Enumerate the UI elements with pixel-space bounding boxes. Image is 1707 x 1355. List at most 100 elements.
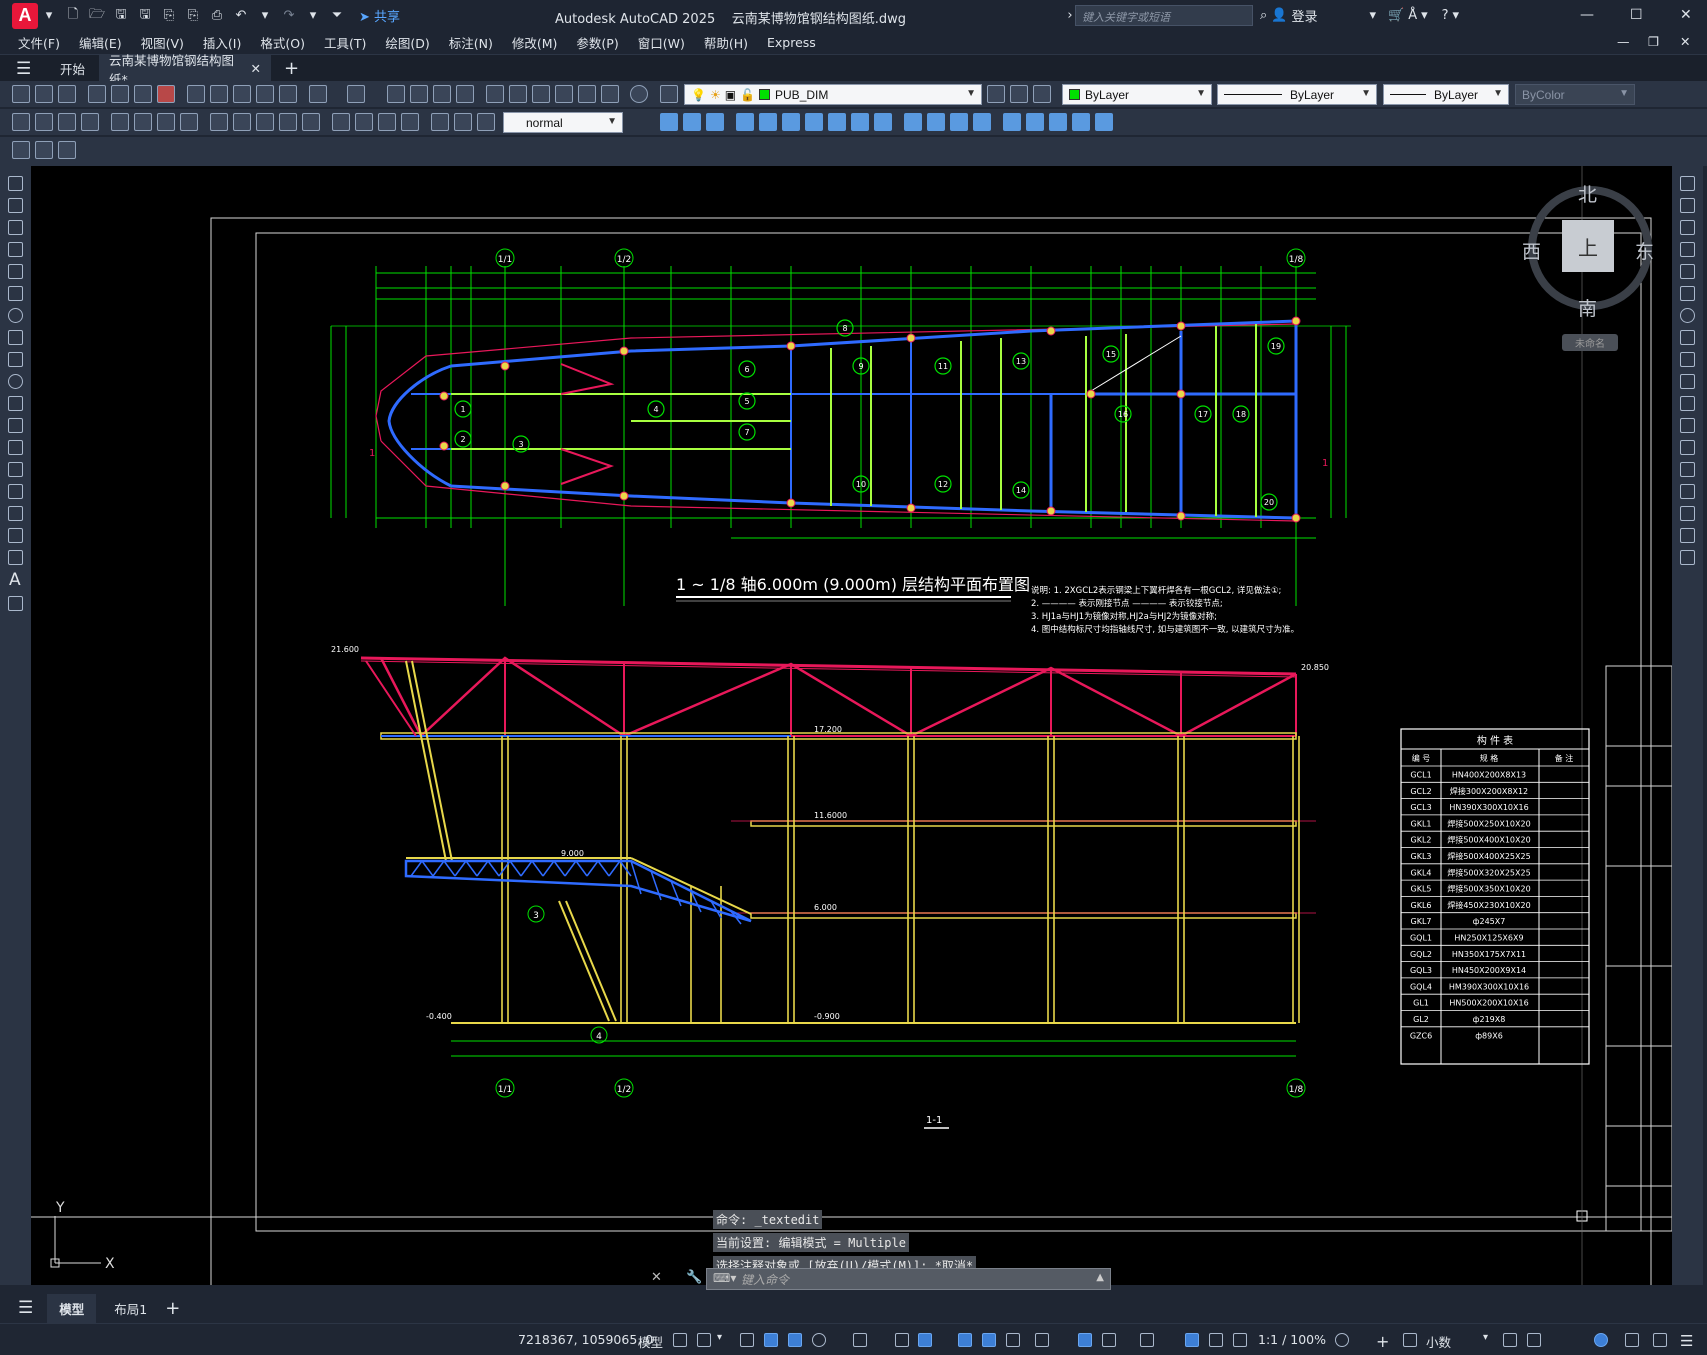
menu-express[interactable]: Express xyxy=(767,35,816,50)
color-combo[interactable]: ByLayer ▼ xyxy=(1062,84,1212,105)
polyline-icon[interactable] xyxy=(8,220,23,235)
command-recent-icon[interactable]: ▲ xyxy=(1096,1272,1104,1283)
tool-open-icon[interactable] xyxy=(35,85,53,103)
insert-block-icon[interactable] xyxy=(8,418,23,433)
visual-style-icon-3[interactable] xyxy=(950,113,968,131)
visual-style-icon-4[interactable] xyxy=(973,113,991,131)
share-button[interactable]: ➤ 共享 xyxy=(359,6,400,25)
gradient-icon[interactable] xyxy=(8,506,23,521)
tool-palettes-icon[interactable] xyxy=(532,85,550,103)
add-layout-button[interactable]: + xyxy=(165,1298,180,1319)
command-prompt-icon[interactable]: ⌨▾ xyxy=(713,1271,736,1285)
chamfer-icon[interactable] xyxy=(1680,484,1695,499)
tool-new-icon[interactable] xyxy=(12,85,30,103)
minimize-button[interactable]: — xyxy=(1580,7,1594,23)
tab-model[interactable]: 模型 xyxy=(47,1293,97,1323)
customize-status-icon[interactable]: ☰ xyxy=(1680,1332,1693,1350)
block-edit-icon[interactable] xyxy=(12,141,30,159)
dim-continue-icon[interactable] xyxy=(256,113,274,131)
snap-mode-icon[interactable] xyxy=(697,1333,711,1347)
ucs-icon-4[interactable] xyxy=(1072,113,1090,131)
help-icon[interactable]: ? xyxy=(1442,8,1449,23)
menu-dimension[interactable]: 标注(N) xyxy=(449,33,493,52)
layer-combo[interactable]: 💡 ☀ ▣ 🔓 PUB_DIM ▼ xyxy=(684,84,982,105)
dim-arc-icon[interactable] xyxy=(58,113,76,131)
plot-icon[interactable]: ⎙ xyxy=(209,8,225,24)
viewcube-west[interactable]: 西 xyxy=(1522,237,1541,264)
login-button[interactable]: 登录 xyxy=(1291,6,1317,25)
auto-scale-icon[interactable] xyxy=(1209,1333,1223,1347)
doc-minimize-button[interactable]: — xyxy=(1617,34,1630,49)
visual-style-icon-2[interactable] xyxy=(927,113,945,131)
tool-layer-match-icon[interactable] xyxy=(1010,85,1028,103)
object-snap-icon[interactable] xyxy=(918,1333,932,1347)
ucs-icon-1[interactable] xyxy=(1003,113,1021,131)
login-dropdown-icon[interactable]: ▾ xyxy=(1369,8,1376,23)
dim-quick-icon[interactable] xyxy=(210,113,228,131)
hatch-icon[interactable] xyxy=(8,484,23,499)
annotation-scale-icon[interactable] xyxy=(1233,1333,1247,1347)
clean-screen-icon[interactable] xyxy=(1653,1333,1667,1347)
units-icon[interactable] xyxy=(1403,1333,1417,1347)
tab-layout1[interactable]: 布局1 xyxy=(106,1294,155,1323)
menu-parameters[interactable]: 参数(P) xyxy=(576,33,618,52)
tool-pan-icon[interactable] xyxy=(387,85,405,103)
help-dropdown-icon[interactable]: ▾ xyxy=(1453,8,1460,23)
ellipse-arc-icon[interactable] xyxy=(8,396,23,411)
tool-design-center-icon[interactable] xyxy=(509,85,527,103)
infer-constraints-icon[interactable] xyxy=(740,1333,754,1347)
dim-angular-icon[interactable] xyxy=(180,113,198,131)
array-icon[interactable] xyxy=(1680,264,1695,279)
ellipse-icon[interactable] xyxy=(8,374,23,389)
tool-3dprint-icon[interactable] xyxy=(157,85,175,103)
move-icon[interactable] xyxy=(1680,286,1695,301)
tool-layer-previous-icon[interactable] xyxy=(1033,85,1051,103)
drawing-canvas[interactable]: 1/1 1/2 1/8 1 2 3 4 5 6 7 8 9 10 11 12 1… xyxy=(31,166,1672,1285)
quick-properties-icon[interactable] xyxy=(1503,1333,1517,1347)
dim-ordinate-icon[interactable] xyxy=(81,113,99,131)
dim-space-icon[interactable] xyxy=(279,113,297,131)
doc-close-button[interactable]: ✕ xyxy=(1680,34,1690,49)
command-close-icon[interactable]: ✕ xyxy=(651,1270,662,1285)
viewcube-ucs-menu[interactable]: 未命名 xyxy=(1562,334,1618,351)
gizmo-icon[interactable] xyxy=(1140,1333,1154,1347)
tool-undo-icon[interactable] xyxy=(309,85,327,103)
stretch-icon[interactable] xyxy=(1680,352,1695,367)
cart-icon[interactable]: 🛒 xyxy=(1388,8,1404,23)
linetype-combo[interactable]: ByLayer ▼ xyxy=(1217,84,1377,105)
plotstyle-combo[interactable]: ByColor ▼ xyxy=(1515,84,1635,105)
undo-icon[interactable]: ↶ xyxy=(233,8,249,24)
search-input[interactable]: 键入关键字或短语 xyxy=(1075,5,1253,26)
dim-jogline-icon[interactable] xyxy=(401,113,419,131)
menu-file[interactable]: 文件(F) xyxy=(18,33,60,52)
object-snap-tracking-icon[interactable] xyxy=(895,1333,909,1347)
isolate-objects-icon[interactable] xyxy=(1594,1333,1608,1347)
layout-menu-icon[interactable]: ☰ xyxy=(18,1298,33,1318)
dim-radius-icon[interactable] xyxy=(111,113,129,131)
construction-line-icon[interactable] xyxy=(8,198,23,213)
doc-restore-button[interactable]: ❐ xyxy=(1648,34,1659,49)
hardware-acceleration-icon[interactable] xyxy=(1625,1333,1639,1347)
tool-calc-icon[interactable] xyxy=(601,85,619,103)
orbit-icon-7[interactable] xyxy=(874,113,892,131)
circle-icon[interactable] xyxy=(8,308,23,323)
transparency-icon[interactable] xyxy=(982,1333,996,1347)
dimstyle-combo[interactable]: normal ▼ xyxy=(503,112,623,133)
save-icon[interactable]: 🖫 xyxy=(113,7,129,24)
tool-redo-icon[interactable] xyxy=(347,85,365,103)
rectangle-icon[interactable] xyxy=(8,264,23,279)
command-input[interactable]: ⌨▾ 键入命令 ▲ xyxy=(706,1268,1111,1290)
tool-layer-manager-icon[interactable] xyxy=(660,85,678,103)
dim-jogged-icon[interactable] xyxy=(134,113,152,131)
ucs-icon-3[interactable] xyxy=(1049,113,1067,131)
search-icon[interactable]: ⌕ xyxy=(1260,8,1267,23)
annotation-scale-value[interactable]: 1:1 / 100% xyxy=(1258,1332,1326,1347)
add-selected-icon[interactable] xyxy=(8,596,23,611)
orbit-icon-1[interactable] xyxy=(736,113,754,131)
grid-display-icon[interactable] xyxy=(673,1333,687,1347)
dim-linear-icon[interactable] xyxy=(12,113,30,131)
revcloud-icon[interactable] xyxy=(8,330,23,345)
make-block-icon[interactable] xyxy=(8,440,23,455)
view-3d-icon-2[interactable] xyxy=(683,113,701,131)
viewcube-east[interactable]: 东 xyxy=(1635,237,1654,264)
